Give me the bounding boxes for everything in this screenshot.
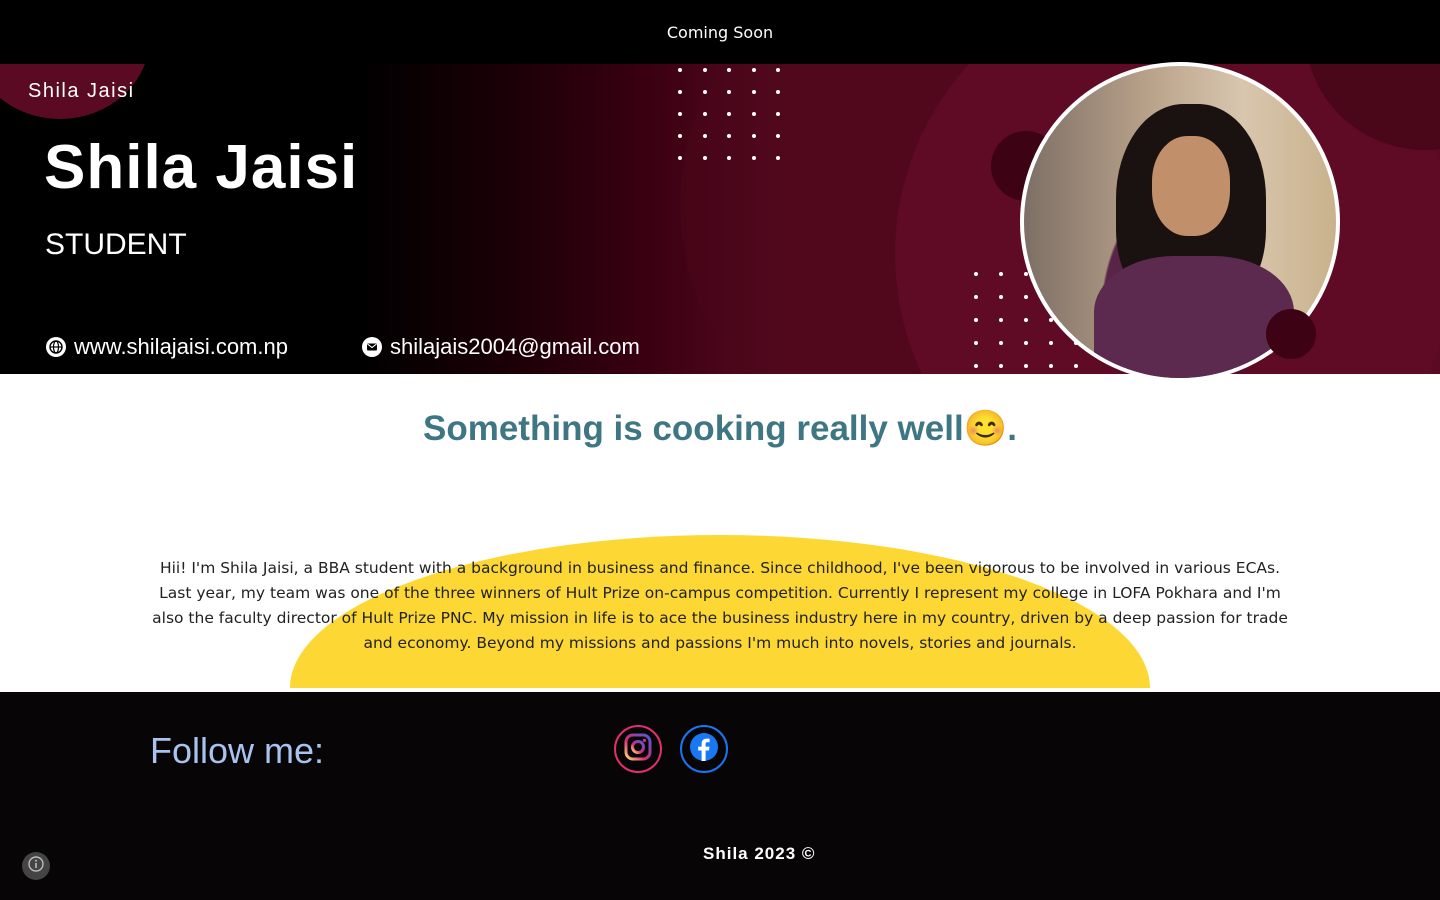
contact-email: shilajais2004@gmail.com (362, 334, 640, 360)
hero-name: Shila Jaisi (44, 133, 359, 202)
globe-icon (46, 337, 66, 357)
page-header-title: Coming Soon (666, 22, 774, 42)
facebook-link[interactable] (680, 725, 728, 773)
contact-website: www.shilajaisi.com.np (46, 334, 288, 360)
instagram-icon (623, 732, 653, 766)
site-info-button[interactable] (22, 852, 50, 880)
facebook-icon (689, 732, 719, 766)
bio-paragraph: Hii! I'm Shila Jaisi, a BBA student with… (152, 559, 1288, 652)
info-icon (28, 856, 44, 876)
top-bar: Coming Soon (0, 0, 1440, 64)
site-name[interactable]: Shila Jaisi (28, 80, 135, 103)
copyright-text: Shila 2023 © (703, 844, 816, 863)
follow-label: Follow me: (150, 730, 325, 771)
decor-circle-right (1266, 309, 1316, 359)
instagram-link[interactable] (614, 725, 662, 773)
coming-soon-headline: Something is cooking really well😊. (423, 409, 1017, 448)
hero-role: STUDENT (45, 228, 187, 261)
email-text: shilajais2004@gmail.com (390, 334, 640, 359)
mail-icon (362, 337, 382, 357)
website-text: www.shilajaisi.com.np (74, 334, 288, 359)
dot-pattern-top (678, 68, 801, 178)
footer (0, 692, 1440, 900)
